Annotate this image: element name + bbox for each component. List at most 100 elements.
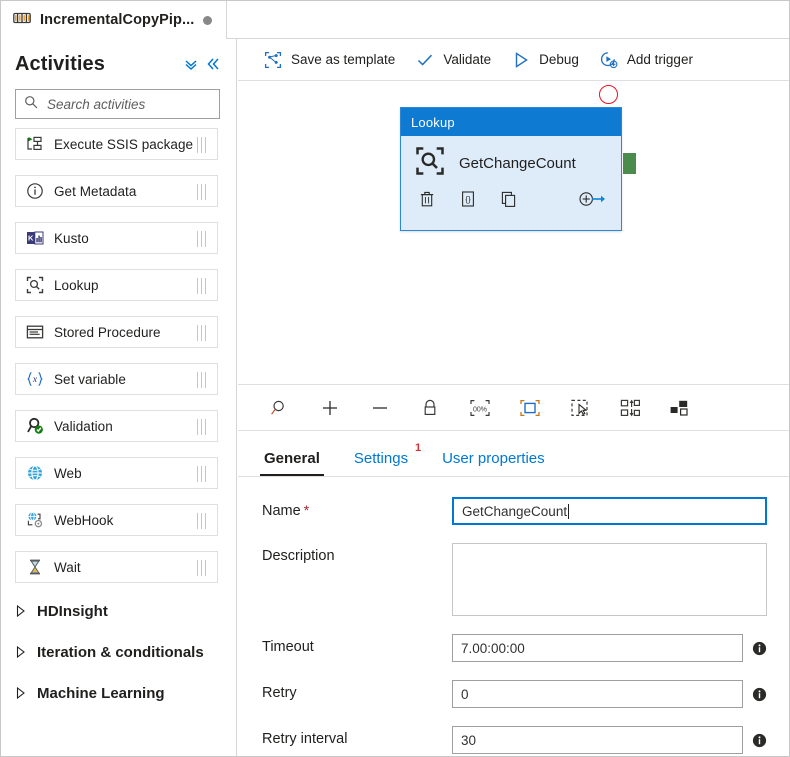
minimap-icon[interactable] (668, 396, 692, 420)
caret-right-icon (15, 687, 27, 699)
validate-label: Validate (443, 52, 492, 67)
activity-node-name: GetChangeCount (459, 155, 576, 172)
activity-item-stored-procedure[interactable]: Stored Procedure (15, 316, 218, 348)
minus-icon[interactable] (368, 396, 392, 420)
lookup-icon (415, 146, 445, 181)
set-variable-icon: x (25, 370, 44, 389)
drag-handle-icon[interactable] (197, 183, 210, 201)
add-output-arrow-icon[interactable] (577, 189, 607, 209)
drag-handle-icon[interactable] (197, 418, 210, 436)
drag-handle-icon[interactable] (197, 371, 210, 389)
get-metadata-icon (25, 182, 44, 201)
fit-screen-icon[interactable] (518, 396, 542, 420)
auto-align-icon[interactable] (618, 396, 642, 420)
tab-settings-label: Settings (353, 450, 409, 467)
activity-item-get-metadata[interactable]: Get Metadata (15, 175, 218, 207)
timeout-input[interactable]: 7.00:00:00 (452, 634, 743, 662)
pipeline-editor-window: IncrementalCopyPip... Activities Search … (0, 0, 790, 757)
activity-property-tabs: General Settings 1 User properties (238, 431, 789, 477)
activity-success-output-port[interactable] (623, 153, 636, 174)
drag-handle-icon[interactable] (197, 277, 210, 295)
lock-icon[interactable] (418, 396, 442, 420)
validation-icon (25, 417, 44, 436)
pipeline-tab-label: IncrementalCopyPip... (40, 12, 195, 28)
activity-item-kusto[interactable]: K Kusto (15, 222, 218, 254)
svg-text:00%: 00% (473, 406, 487, 413)
plus-icon[interactable] (318, 396, 342, 420)
name-control: GetChangeCount (452, 497, 767, 525)
activity-node-getchangecount[interactable]: Lookup GetChangeCount {} (400, 107, 622, 231)
description-control (452, 543, 767, 616)
lookup-icon (25, 276, 44, 295)
magnifier-icon[interactable] (268, 396, 292, 420)
activity-item-set-variable[interactable]: x Set variable (15, 363, 218, 395)
activity-item-execute-ssis-package[interactable]: Execute SSIS package (15, 128, 218, 160)
retry-interval-input[interactable]: 30 (452, 726, 743, 754)
activities-pane: Activities Search activities Execute SSI… (1, 39, 237, 756)
copy-icon[interactable] (499, 189, 519, 209)
tab-settings[interactable]: Settings 1 (350, 442, 421, 476)
drag-handle-icon[interactable] (197, 559, 210, 577)
save-as-template-label: Save as template (291, 52, 396, 67)
name-input[interactable]: GetChangeCount (452, 497, 767, 525)
drag-handle-icon[interactable] (197, 512, 210, 530)
marquee-select-icon[interactable] (568, 396, 592, 420)
activity-group-iteration-conditionals[interactable]: Iteration & conditionals (15, 639, 236, 665)
activity-item-lookup[interactable]: Lookup (15, 269, 218, 301)
add-trigger-button[interactable]: Add trigger (592, 44, 704, 76)
retry-input[interactable]: 0 (452, 680, 743, 708)
activity-item-web[interactable]: Web (15, 457, 218, 489)
info-icon[interactable] (752, 687, 767, 702)
play-triangle-icon (511, 50, 530, 69)
drag-handle-icon[interactable] (197, 324, 210, 342)
info-icon[interactable] (752, 733, 767, 748)
info-icon[interactable] (752, 641, 767, 656)
wait-icon (25, 558, 44, 577)
pipeline-icon (13, 11, 31, 30)
drag-handle-icon[interactable] (197, 136, 210, 154)
name-label: Name (262, 503, 301, 519)
tab-general-label: General (264, 450, 320, 467)
retry-label: Retry (262, 685, 297, 701)
save-as-template-icon (263, 50, 282, 69)
pipeline-canvas[interactable]: Lookup GetChangeCount {} (238, 81, 789, 385)
caret-right-icon (15, 646, 27, 658)
pipeline-tab[interactable]: IncrementalCopyPip... (1, 1, 228, 39)
search-activities-box[interactable] (15, 89, 228, 119)
required-asterisk: * (303, 502, 310, 518)
activity-label: Execute SSIS package (54, 136, 194, 152)
activity-group-hdinsight[interactable]: HDInsight (15, 598, 236, 624)
retry-input-value: 0 (461, 686, 469, 702)
activity-group-machine-learning[interactable]: Machine Learning (15, 680, 236, 706)
form-row-description: Description (262, 543, 767, 616)
drag-handle-icon[interactable] (197, 230, 210, 248)
activity-item-validation[interactable]: Validation (15, 410, 218, 442)
activity-item-wait[interactable]: Wait (15, 551, 218, 583)
stored-procedure-icon (25, 323, 44, 342)
text-cursor (568, 503, 570, 519)
activity-label: Validation (54, 418, 113, 434)
validate-button[interactable]: Validate (408, 44, 502, 76)
search-input[interactable] (45, 95, 228, 113)
tab-user-properties[interactable]: User properties (438, 450, 549, 476)
activity-group-label: Iteration & conditionals (37, 643, 204, 661)
activity-label: Web (54, 465, 82, 481)
code-brackets-icon[interactable]: {} (458, 189, 478, 209)
activity-item-webhook[interactable]: WebHook (15, 504, 218, 536)
form-row-timeout: Timeout 7.00:00:00 (262, 634, 767, 662)
trash-icon[interactable] (417, 189, 437, 209)
svg-text:{}: {} (465, 195, 471, 204)
webhook-icon (25, 511, 44, 530)
debug-button[interactable]: Debug (504, 44, 590, 76)
tab-general[interactable]: General (260, 450, 324, 476)
drag-handle-icon[interactable] (197, 465, 210, 483)
form-row-retry-interval: Retry interval 30 (262, 726, 767, 754)
chevron-double-left-icon[interactable] (202, 53, 224, 75)
error-circle-icon (599, 85, 618, 104)
chevron-double-down-icon[interactable] (180, 53, 202, 75)
description-textarea[interactable] (452, 543, 767, 616)
web-icon (25, 464, 44, 483)
zoom-100-icon[interactable]: 00% (468, 396, 492, 420)
svg-text:K: K (27, 234, 33, 243)
save-as-template-button[interactable]: Save as template (256, 44, 406, 76)
